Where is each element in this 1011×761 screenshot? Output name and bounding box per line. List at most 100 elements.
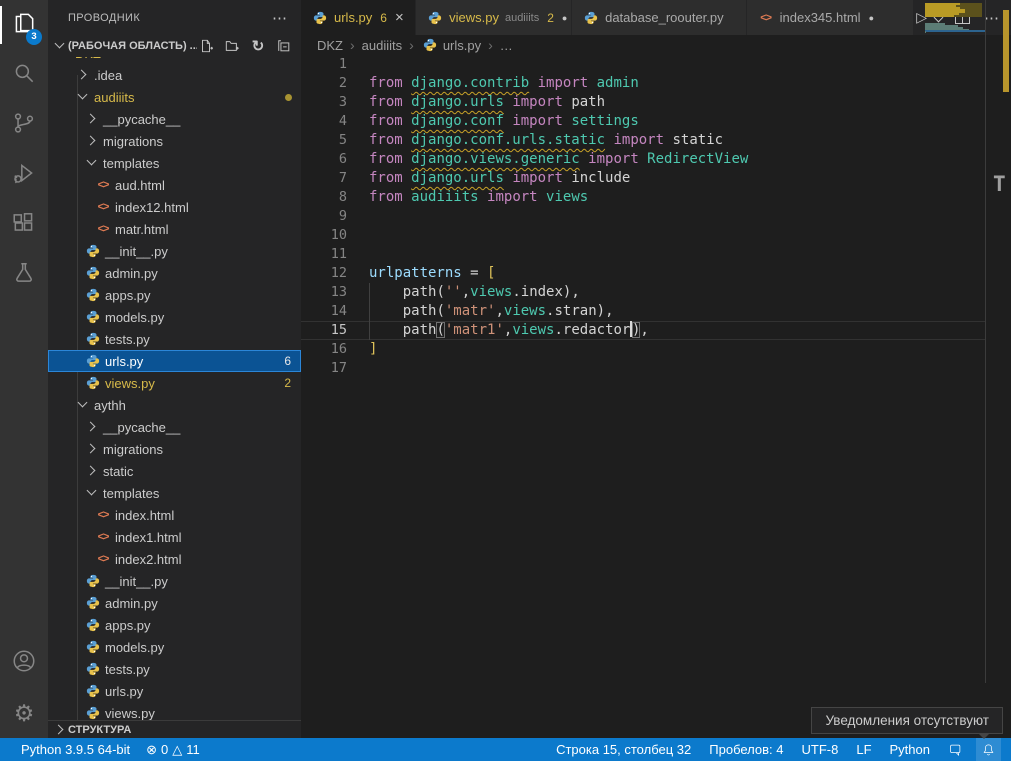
tree-item-migrations[interactable]: migrations <box>48 130 301 152</box>
code-token: ] <box>369 341 377 357</box>
code-line-15: 15 path('matr1',views.redactor), <box>301 321 1011 340</box>
tree-item-label: __init__.py <box>102 244 301 259</box>
breadcrumb-item-urls.py[interactable]: urls.py <box>421 38 481 53</box>
tree-item-models.py[interactable]: models.py <box>48 636 301 658</box>
html-icon: <> <box>94 531 112 543</box>
tree-item-tests.py[interactable]: tests.py <box>48 658 301 680</box>
tree-item-models.py[interactable]: models.py <box>48 306 301 328</box>
tree-item-index1.html[interactable]: <>index1.html <box>48 526 301 548</box>
activity-source-control-button[interactable] <box>0 100 48 150</box>
activity-run-and-debug-button[interactable] <box>0 150 48 200</box>
tree-item-aythh[interactable]: aythh <box>48 394 301 416</box>
tree-item-views.py[interactable]: views.py2 <box>48 372 301 394</box>
activity-account-button[interactable] <box>0 638 48 688</box>
statusbar-encoding[interactable]: UTF-8 <box>797 738 844 761</box>
activity-explorer-button[interactable]: 3 <box>0 0 48 50</box>
line-text: path('',views.index), <box>369 283 580 302</box>
code-editor[interactable]: 12from django.contrib import admin3from … <box>301 55 1011 738</box>
activity-search-button[interactable] <box>0 50 48 100</box>
line-number: 10 <box>301 226 347 245</box>
tree-item-label: index2.html <box>112 552 301 567</box>
tab-urls.py[interactable]: urls.py6× <box>301 0 415 35</box>
code-token: ( <box>436 284 444 300</box>
statusbar-language[interactable]: Python <box>885 738 935 761</box>
statusbar-python-version[interactable]: Python 3.9.5 64-bit <box>16 738 135 761</box>
tree-item-label: migrations <box>100 442 301 457</box>
python-icon <box>84 596 102 610</box>
tree-item-index2.html[interactable]: <>index2.html <box>48 548 301 570</box>
code-line-1: 1 <box>301 55 1011 74</box>
tree-item-views.py[interactable]: views.py <box>48 702 301 720</box>
minimap[interactable] <box>925 0 985 683</box>
close-icon[interactable]: × <box>395 10 404 25</box>
tree-item-urls.py[interactable]: urls.py <box>48 680 301 702</box>
tree-item-tests.py[interactable]: tests.py <box>48 328 301 350</box>
tree-item-audiiits[interactable]: audiiits <box>48 86 301 108</box>
statusbar-cursor-position[interactable]: Строка 15, столбец 32 <box>551 738 696 761</box>
activity-testing-button[interactable] <box>0 250 48 300</box>
activity-extensions-button[interactable] <box>0 200 48 250</box>
tree-item-templates[interactable]: templates <box>48 152 301 174</box>
tree-item-__pycache__[interactable]: __pycache__ <box>48 108 301 130</box>
activity-bar-bottom: ⚙ <box>0 638 48 738</box>
editor-scrollbar[interactable]: T <box>985 0 1011 683</box>
activity-settings-button[interactable]: ⚙ <box>0 688 48 738</box>
tree-item-apps.py[interactable]: apps.py <box>48 284 301 306</box>
code-token: urlpatterns <box>369 265 462 281</box>
code-token: stran <box>554 303 596 319</box>
code-token: import <box>613 132 664 148</box>
breadcrumb-item-audiiits[interactable]: audiiits <box>362 38 402 53</box>
tree-item-migrations[interactable]: migrations <box>48 438 301 460</box>
code-token: django.contrib <box>411 75 529 91</box>
python-icon <box>84 376 102 390</box>
line-text: ] <box>369 340 377 359</box>
code-token: import <box>512 170 563 186</box>
code-line-12: 12urlpatterns = [ <box>301 264 1011 283</box>
code-token: . <box>554 322 562 338</box>
tree-item-admin.py[interactable]: admin.py <box>48 592 301 614</box>
statusbar-indentation[interactable]: Пробелов: 4 <box>704 738 788 761</box>
html-icon: <> <box>757 12 775 24</box>
tree-item-.idea[interactable]: .idea <box>48 64 301 86</box>
code-token: views <box>512 322 554 338</box>
modified-dot-icon[interactable]: ● <box>869 13 874 23</box>
tree-item-matr.html[interactable]: <>matr.html <box>48 218 301 240</box>
tree-item-index.html[interactable]: <>index.html <box>48 504 301 526</box>
statusbar-eol[interactable]: LF <box>851 738 876 761</box>
tree-item-__init__.py[interactable]: __init__.py <box>48 240 301 262</box>
new-folder-icon[interactable] <box>223 37 241 55</box>
new-file-icon[interactable] <box>197 37 215 55</box>
tree-item-__init__.py[interactable]: __init__.py <box>48 570 301 592</box>
tree-item-admin.py[interactable]: admin.py <box>48 262 301 284</box>
collapse-all-icon[interactable] <box>275 37 293 55</box>
tree-item-static[interactable]: static <box>48 460 301 482</box>
tab-views.py[interactable]: views.pyaudiiits2● <box>416 0 571 35</box>
tree-item-__pycache__[interactable]: __pycache__ <box>48 416 301 438</box>
workspace-section-header[interactable]: (РАБОЧАЯ ОБЛАСТЬ) ... ↻ <box>48 35 301 57</box>
chevron-right-icon <box>84 133 100 149</box>
tree-item-urls.py[interactable]: urls.py6 <box>48 350 301 372</box>
tab-index345.html[interactable]: <>index345.html● <box>747 0 914 35</box>
tab-database_roouter.py[interactable]: database_roouter.py <box>572 0 746 35</box>
line-number: 4 <box>301 112 347 131</box>
outline-section-header[interactable]: СТРУКТУРА <box>48 720 301 738</box>
tree-item-label: templates <box>100 486 301 501</box>
more-actions-icon[interactable]: ⋯ <box>268 9 291 27</box>
breadcrumb-item-…[interactable]: … <box>500 38 513 53</box>
statusbar-feedback[interactable] <box>943 738 968 761</box>
modified-dot-icon[interactable]: ● <box>562 13 567 23</box>
tree-item-aud.html[interactable]: <>aud.html <box>48 174 301 196</box>
tab-label: urls.py <box>334 10 372 25</box>
statusbar-problems[interactable]: ⊗0△11 <box>141 738 205 761</box>
warning-count: 11 <box>186 742 200 757</box>
line-number: 15 <box>301 321 347 340</box>
breadcrumb-item-DKZ[interactable]: DKZ <box>317 38 343 53</box>
tree-item-apps.py[interactable]: apps.py <box>48 614 301 636</box>
refresh-icon[interactable]: ↻ <box>249 37 267 55</box>
code-token: path <box>369 322 436 338</box>
statusbar-notifications[interactable] <box>976 738 1001 761</box>
tree-item-templates[interactable]: templates <box>48 482 301 504</box>
tree-item-index12.html[interactable]: <>index12.html <box>48 196 301 218</box>
code-token: path <box>369 284 436 300</box>
tab-label: database_roouter.py <box>605 10 724 25</box>
